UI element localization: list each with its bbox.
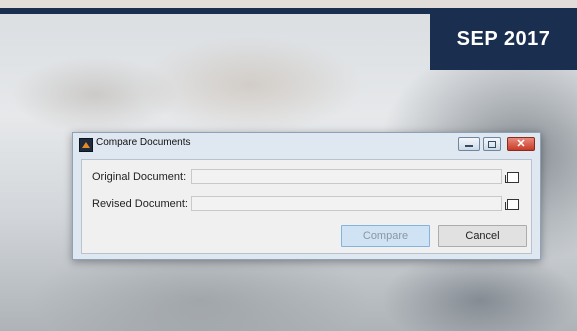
dialog-content-panel: Original Document: Revised Document: Com… <box>81 159 532 254</box>
browse-folder-icon[interactable] <box>505 199 519 210</box>
original-document-label: Original Document: <box>92 171 187 183</box>
compare-documents-dialog: Compare Documents ✕ Original Document: R… <box>72 132 541 260</box>
maximize-button[interactable] <box>483 137 501 151</box>
compare-button[interactable]: Compare <box>341 225 430 247</box>
dialog-title: Compare Documents <box>96 137 191 148</box>
browse-folder-icon[interactable] <box>505 172 519 183</box>
dialog-titlebar[interactable]: Compare Documents ✕ <box>73 133 540 155</box>
date-badge: SEP 2017 <box>430 8 577 70</box>
revised-document-label: Revised Document: <box>92 198 188 210</box>
close-icon: ✕ <box>516 138 526 150</box>
top-strip <box>0 0 577 8</box>
close-button[interactable]: ✕ <box>507 137 535 151</box>
minimize-button[interactable] <box>458 137 480 151</box>
revised-document-field[interactable] <box>191 196 502 211</box>
app-logo-icon <box>79 138 93 152</box>
cancel-button[interactable]: Cancel <box>438 225 527 247</box>
original-document-field[interactable] <box>191 169 502 184</box>
